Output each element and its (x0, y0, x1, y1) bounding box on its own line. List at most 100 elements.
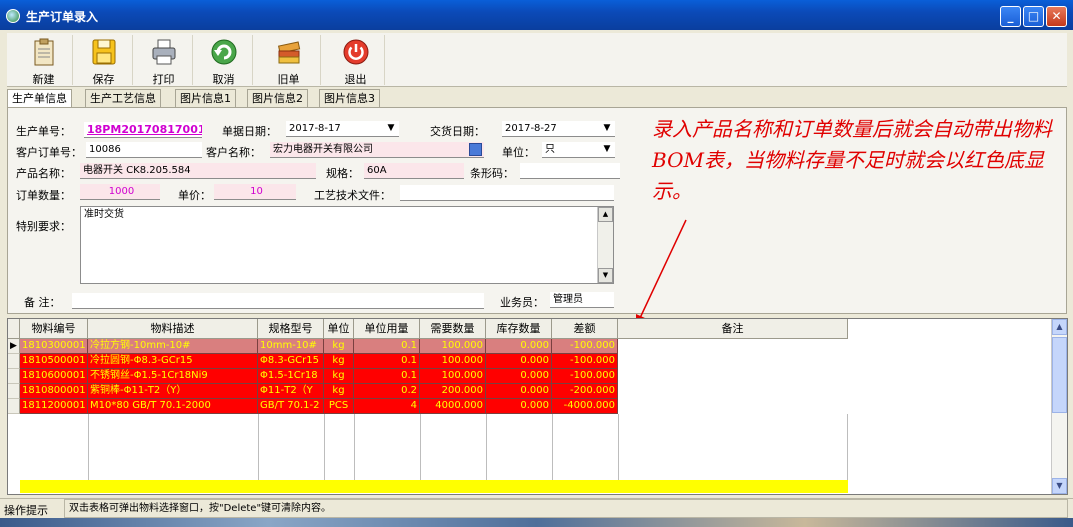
tab-order-info[interactable]: 生产单信息 (7, 89, 72, 107)
textarea-scrollbar[interactable]: ▲ ▼ (597, 207, 613, 283)
table-cell[interactable]: 100.000 (420, 369, 486, 384)
row-selector[interactable]: ▶ (8, 339, 20, 354)
order-no-field[interactable]: 18PM20170817001 (84, 122, 202, 138)
table-cell[interactable]: kg (324, 384, 354, 399)
table-cell[interactable]: 0.1 (354, 369, 420, 384)
table-cell[interactable]: 4 (354, 399, 420, 414)
tab-process-info[interactable]: 生产工艺信息 (85, 89, 161, 107)
table-cell[interactable]: 1811200001 (20, 399, 88, 414)
unit-field[interactable]: 只 ▼ (542, 142, 615, 158)
unit-label: 单位： (502, 146, 535, 159)
cust-name-field[interactable]: 宏力电器开关有限公司 (270, 142, 484, 158)
table-cell[interactable]: 1810500001 (20, 354, 88, 369)
row-selector[interactable] (8, 354, 20, 369)
print-button[interactable]: 打印 (135, 35, 193, 86)
scroll-down-icon[interactable]: ▼ (598, 268, 613, 283)
column-header[interactable]: 差额 (552, 319, 618, 339)
table-cell[interactable]: 0.000 (486, 384, 552, 399)
table-cell[interactable]: 0.2 (354, 384, 420, 399)
table-cell[interactable]: 1810600001 (20, 369, 88, 384)
table-cell[interactable]: Φ8.3-GCr15 (258, 354, 324, 369)
table-cell[interactable]: 10mm-10# (258, 339, 324, 354)
chevron-down-icon[interactable]: ▼ (383, 121, 399, 136)
table-cell[interactable]: 紫铜棒-Φ11-T2（Y） (88, 384, 258, 399)
column-header[interactable]: 物料描述 (88, 319, 258, 339)
doc-date-field[interactable]: 2017-8-17 ▼ (286, 121, 399, 137)
delivery-date-field[interactable]: 2017-8-27 ▼ (502, 121, 615, 137)
table-cell[interactable]: 0.000 (486, 339, 552, 354)
table-cell[interactable]: 4000.000 (420, 399, 486, 414)
table-cell[interactable]: kg (324, 339, 354, 354)
table-cell[interactable]: 1810300001 (20, 339, 88, 354)
table-cell[interactable]: 100.000 (420, 354, 486, 369)
scroll-up-icon[interactable]: ▲ (598, 207, 613, 222)
scroll-up-icon[interactable]: ▲ (1052, 319, 1067, 335)
table-cell[interactable]: PCS (324, 399, 354, 414)
column-header[interactable]: 规格型号 (258, 319, 324, 339)
save-button[interactable]: 保存 (75, 35, 133, 86)
table-cell[interactable] (618, 354, 848, 369)
table-cell[interactable]: -100.000 (552, 354, 618, 369)
table-cell[interactable]: M10*80 GB/T 70.1-2000 (88, 399, 258, 414)
table-cell[interactable] (618, 384, 848, 399)
exit-button[interactable]: 退出 (327, 35, 385, 86)
cust-order-field[interactable]: 10086 (86, 142, 202, 158)
table-cell[interactable]: 200.000 (420, 384, 486, 399)
table-cell[interactable] (618, 399, 848, 414)
column-header[interactable]: 需要数量 (420, 319, 486, 339)
table-cell[interactable]: 0.1 (354, 354, 420, 369)
qty-field[interactable]: 1000 (80, 184, 160, 200)
old-order-button[interactable]: 旧单 (257, 35, 321, 86)
scroll-down-icon[interactable]: ▼ (1052, 478, 1067, 494)
column-header[interactable]: 单位用量 (354, 319, 420, 339)
table-cell[interactable]: Φ1.5-1Cr18 (258, 369, 324, 384)
tab-image-1[interactable]: 图片信息1 (175, 89, 236, 107)
chevron-down-icon[interactable]: ▼ (599, 121, 615, 136)
table-cell[interactable]: GB/T 70.1-2 (258, 399, 324, 414)
table-cell[interactable]: 0.000 (486, 369, 552, 384)
table-cell[interactable]: 冷拉圆钢-Φ8.3-GCr15 (88, 354, 258, 369)
spec-field[interactable]: 60A (364, 163, 464, 179)
barcode-field[interactable] (520, 163, 620, 179)
column-header[interactable]: 单位 (324, 319, 354, 339)
table-cell[interactable]: 0.000 (486, 354, 552, 369)
column-header[interactable]: 备注 (618, 319, 848, 339)
close-button[interactable]: ✕ (1046, 6, 1067, 27)
table-cell[interactable]: kg (324, 369, 354, 384)
table-cell[interactable]: -100.000 (552, 339, 618, 354)
product-field[interactable]: 电器开关 CK8.205.584 (80, 163, 316, 179)
row-selector[interactable] (8, 399, 20, 414)
table-cell[interactable]: -4000.000 (552, 399, 618, 414)
table-cell[interactable] (618, 339, 848, 354)
tab-image-2[interactable]: 图片信息2 (247, 89, 308, 107)
scroll-thumb[interactable] (1052, 337, 1067, 413)
table-cell[interactable]: Φ11-T2（Y (258, 384, 324, 399)
price-field[interactable]: 10 (214, 184, 296, 200)
table-cell[interactable]: -200.000 (552, 384, 618, 399)
table-cell[interactable]: 0.1 (354, 339, 420, 354)
table-cell[interactable]: 0.000 (486, 399, 552, 414)
lookup-icon[interactable] (469, 143, 482, 156)
remark-field[interactable] (72, 293, 484, 309)
table-cell[interactable]: 冷拉方钢-10mm-10# (88, 339, 258, 354)
salesperson-field[interactable]: 管理员 (550, 292, 614, 308)
column-header[interactable]: 物料编号 (20, 319, 88, 339)
chevron-down-icon[interactable]: ▼ (599, 142, 615, 157)
table-cell[interactable]: 100.000 (420, 339, 486, 354)
special-textarea[interactable]: 准时交货 ▲ ▼ (80, 206, 614, 284)
row-selector[interactable] (8, 384, 20, 399)
table-cell[interactable] (618, 369, 848, 384)
new-button[interactable]: 新建 (15, 35, 73, 86)
minimize-button[interactable]: _ (1000, 6, 1021, 27)
table-cell[interactable]: 不锈钢丝-Φ1.5-1Cr18Ni9 (88, 369, 258, 384)
table-cell[interactable]: kg (324, 354, 354, 369)
maximize-button[interactable]: □ (1023, 6, 1044, 27)
grid-scrollbar[interactable]: ▲ ▼ (1051, 319, 1067, 494)
tech-file-field[interactable] (400, 185, 614, 201)
table-cell[interactable]: 1810800001 (20, 384, 88, 399)
table-cell[interactable]: -100.000 (552, 369, 618, 384)
column-header[interactable]: 库存数量 (486, 319, 552, 339)
row-selector[interactable] (8, 369, 20, 384)
cancel-button[interactable]: 取消 (195, 35, 253, 86)
tab-image-3[interactable]: 图片信息3 (319, 89, 380, 107)
